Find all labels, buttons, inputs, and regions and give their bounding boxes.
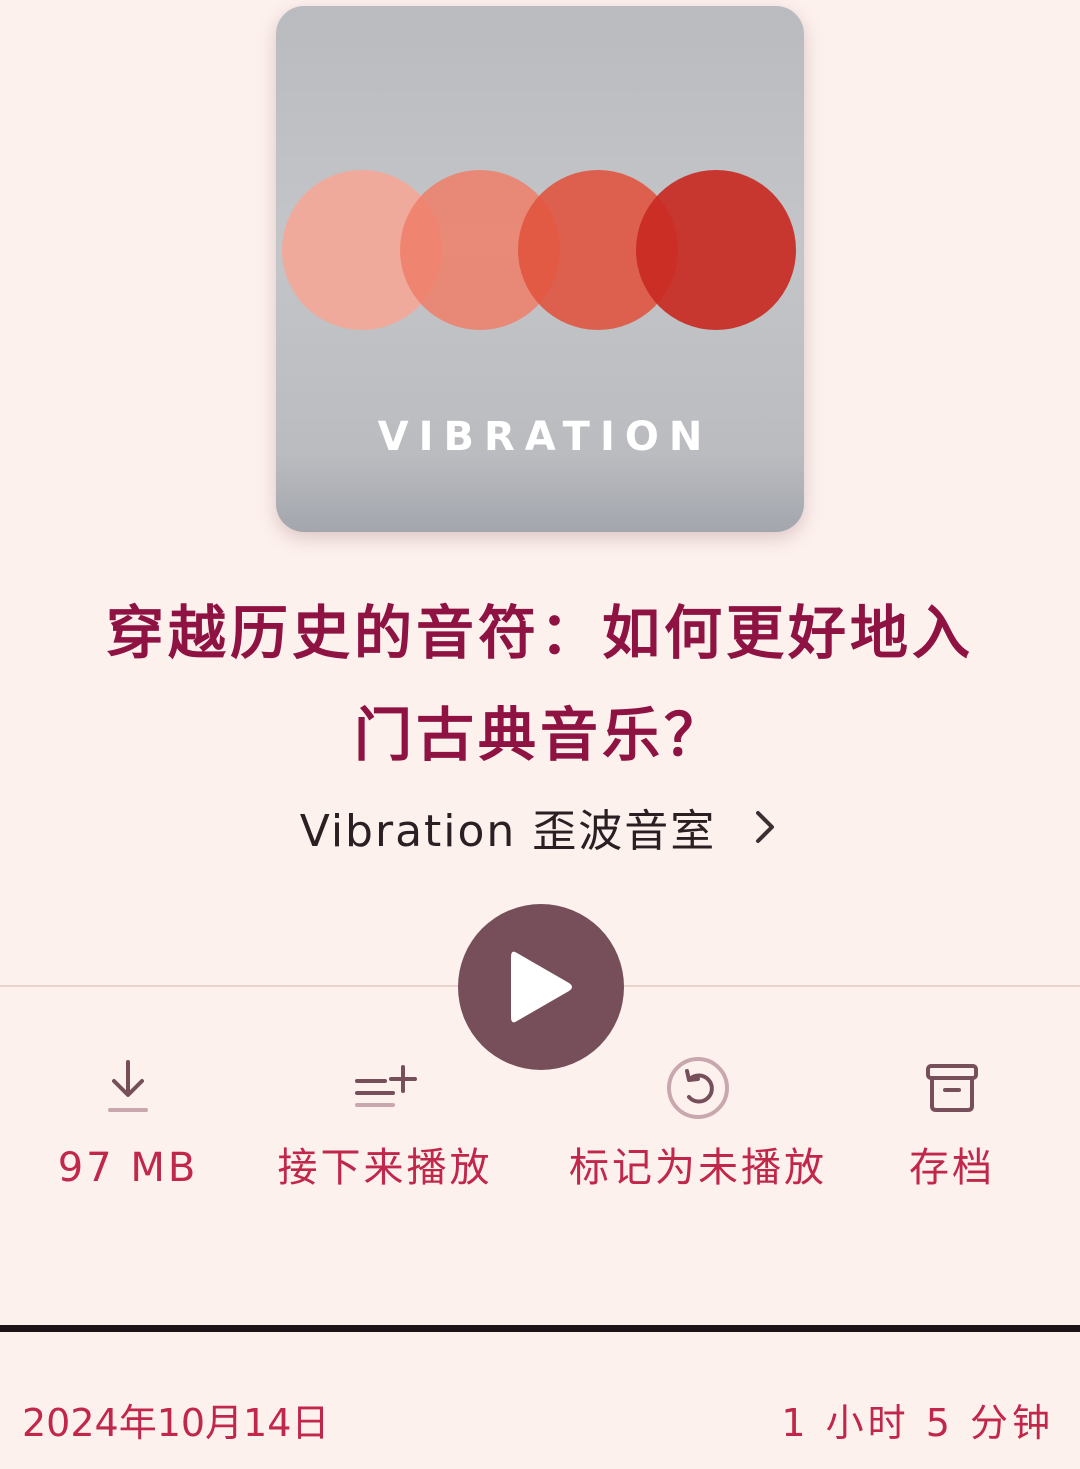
artwork-label: VIBRATION (377, 414, 713, 460)
artwork-circle-4 (636, 170, 796, 330)
queue-add-icon (355, 1065, 417, 1107)
progress-bar[interactable] (0, 1325, 1080, 1332)
podcast-name: Vibration 歪波音室 (299, 806, 717, 857)
archive-button[interactable]: 存档 (880, 1054, 1024, 1198)
progress-fill (0, 1325, 1080, 1332)
mark-unplayed-label: 标记为未播放 (569, 1145, 827, 1191)
download-size: 97 MB (57, 1145, 199, 1191)
episode-title-line-2: 门古典音乐？ (353, 701, 726, 769)
chevron-right-icon (756, 811, 775, 843)
play-next-label: 接下来播放 (277, 1145, 493, 1191)
download-button[interactable]: 97 MB (48, 1054, 208, 1198)
play-icon (511, 951, 572, 1023)
archive-label: 存档 (909, 1145, 995, 1191)
episode-title: 穿越历史的音符：如何更好地入 门古典音乐？ (40, 582, 1040, 786)
mark-unplayed-button[interactable]: 标记为未播放 (560, 1054, 836, 1198)
play-next-button[interactable]: 接下来播放 (240, 1054, 530, 1198)
mark-unplayed-icon (667, 1057, 729, 1119)
podcast-link[interactable]: Vibration 歪波音室 (0, 792, 1080, 862)
podcast-artwork: VIBRATION (276, 6, 804, 532)
release-date: 2024年10月14日 (22, 1401, 330, 1445)
episode-duration: 1 小时 5 分钟 (781, 1401, 1054, 1445)
episode-title-line-1: 穿越历史的音符：如何更好地入 (105, 599, 974, 667)
archive-icon (926, 1064, 978, 1112)
download-icon (108, 1060, 148, 1112)
play-button[interactable] (458, 904, 624, 1070)
